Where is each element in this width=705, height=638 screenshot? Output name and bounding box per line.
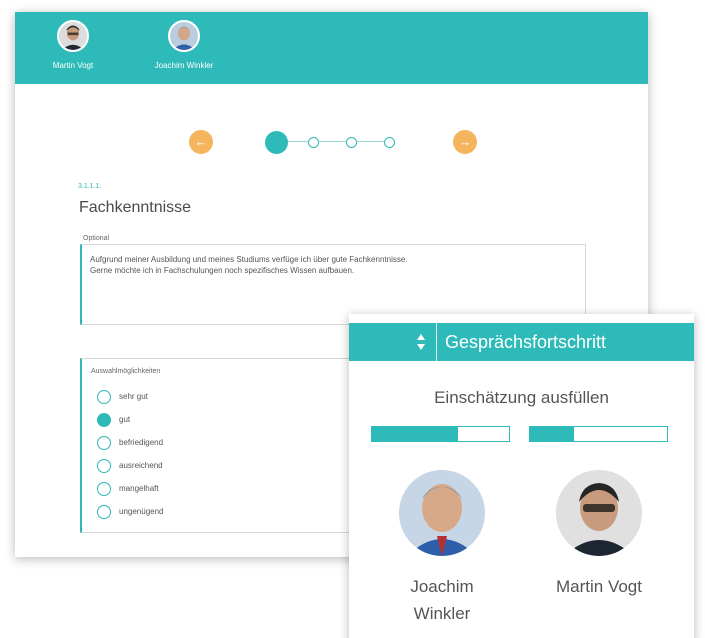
section-title: Fachkenntnisse <box>79 199 192 216</box>
radio-sehr-gut[interactable]: sehr gut <box>97 389 297 405</box>
radio-circle[interactable] <box>97 390 111 404</box>
avatar-icon <box>556 470 642 556</box>
comment-label: Optional <box>83 235 110 242</box>
participant-name: Joachim Winkler <box>154 61 214 70</box>
question-stepper: ← → <box>15 128 648 156</box>
radio-circle[interactable] <box>97 505 111 519</box>
person-name-joachim: Joachim Winkler <box>410 577 474 623</box>
comment-textarea[interactable]: Aufgrund meiner Ausbildung und meines St… <box>80 244 586 325</box>
step-dot[interactable] <box>346 137 357 148</box>
radio-ungenuegend[interactable]: ungenügend <box>97 504 297 520</box>
progress-panel: Gesprächsfortschritt Einschätzung ausfül… <box>349 314 694 638</box>
person-name-martin: Martin Vogt <box>556 577 642 596</box>
radio-ausreichend[interactable]: ausreichend <box>97 458 297 474</box>
avatar-icon <box>399 470 485 556</box>
arrow-left-icon[interactable]: ← <box>189 130 213 154</box>
radio-label: sehr gut <box>119 392 148 401</box>
radio-befriedigend[interactable]: befriedigend <box>97 435 297 451</box>
radio-circle[interactable] <box>97 482 111 496</box>
radio-circle[interactable] <box>97 436 111 450</box>
radio-label: ungenügend <box>119 507 164 516</box>
step-dot[interactable] <box>308 137 319 148</box>
stepper-line <box>279 141 395 142</box>
step-dot[interactable] <box>384 137 395 148</box>
section-number: 3.1.1.1. <box>78 183 102 190</box>
progress-panel-title: Gesprächsfortschritt <box>445 332 607 352</box>
participants-header: Martin Vogt Joachim Winkler <box>15 12 648 84</box>
radio-circle-checked[interactable] <box>97 413 111 427</box>
choices-title: Auswahlmöglichkeiten <box>91 368 161 375</box>
progress-fill <box>530 427 574 441</box>
radio-gut[interactable]: gut <box>97 412 297 428</box>
step-dot-active[interactable] <box>265 131 288 154</box>
radio-circle[interactable] <box>97 459 111 473</box>
rating-choices: Auswahlmöglichkeiten sehr gut gut befrie… <box>80 358 380 533</box>
radio-mangelhaft[interactable]: mangelhaft <box>97 481 297 497</box>
arrow-right-icon[interactable]: → <box>453 130 477 154</box>
radio-label: gut <box>119 415 131 424</box>
avatar-icon <box>168 20 200 52</box>
header-divider <box>436 323 437 361</box>
participant-name: Martin Vogt <box>52 61 94 70</box>
sort-icon[interactable] <box>416 333 426 351</box>
comment-line: Gerne möchte ich in Fachschulungen noch … <box>90 266 355 275</box>
radio-label: befriedigend <box>119 438 164 447</box>
radio-label: mangelhaft <box>119 484 159 493</box>
avatar-icon <box>57 20 89 52</box>
progress-bar-martin <box>529 426 668 442</box>
radio-label: ausreichend <box>119 461 163 470</box>
comment-line: Aufgrund meiner Ausbildung und meines St… <box>90 255 408 264</box>
progress-subtitle: Einschätzung ausfüllen <box>434 388 609 407</box>
progress-bar-joachim <box>371 426 510 442</box>
participant-joachim-winkler[interactable]: Joachim Winkler <box>139 20 229 70</box>
progress-fill <box>372 427 459 441</box>
participant-martin-vogt[interactable]: Martin Vogt <box>28 20 118 70</box>
progress-panel-header[interactable]: Gesprächsfortschritt <box>349 323 694 361</box>
